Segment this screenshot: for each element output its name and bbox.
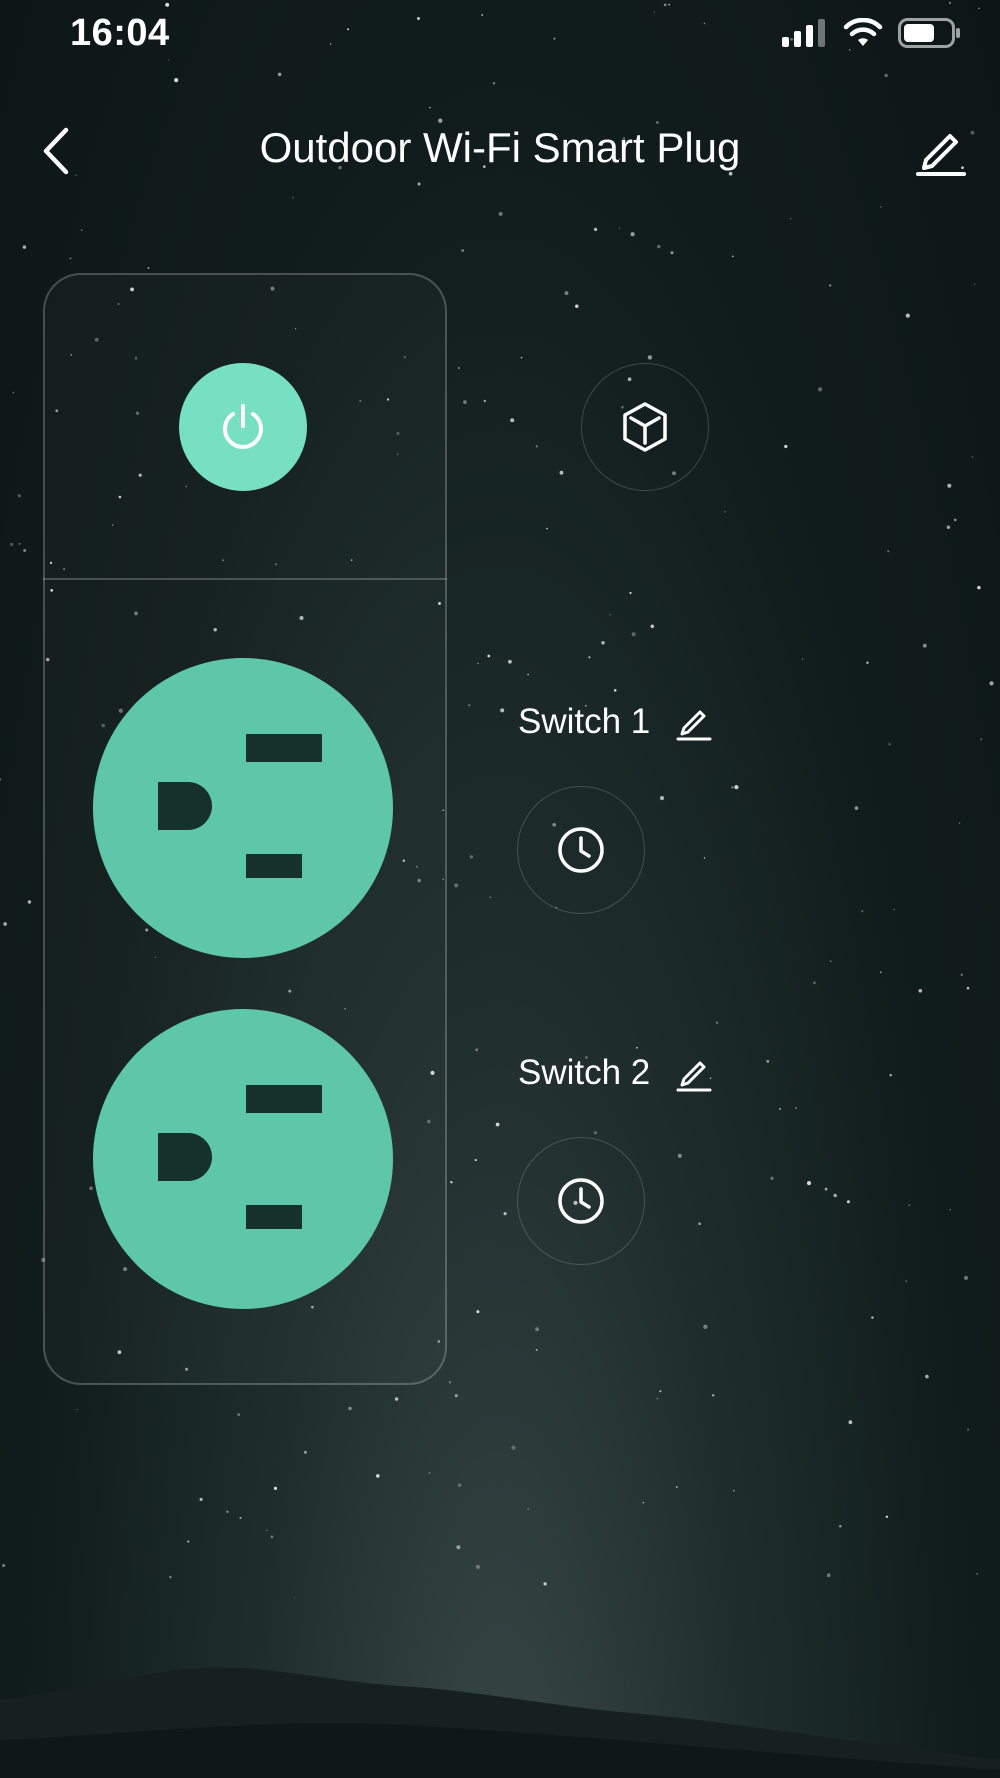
- pencil-icon: [916, 134, 966, 176]
- status-time: 16:04: [70, 12, 170, 54]
- page-title: Outdoor Wi-Fi Smart Plug: [259, 124, 741, 171]
- switch-2-timer-button[interactable]: [517, 1137, 645, 1265]
- power-button[interactable]: [179, 363, 307, 491]
- wifi-icon: [843, 18, 883, 46]
- power-icon: [223, 404, 263, 449]
- panel-divider: [43, 578, 447, 580]
- status-icons: [782, 18, 962, 48]
- pencil-icon: [676, 710, 712, 741]
- switch-2-label: Switch 2: [518, 1053, 651, 1092]
- switch-1-label: Switch 1: [518, 702, 651, 741]
- switch-2-edit-button[interactable]: [674, 1053, 714, 1093]
- switch-1-edit-button[interactable]: [674, 702, 714, 742]
- outlet-2[interactable]: [93, 1009, 393, 1309]
- battery-icon: [898, 18, 960, 48]
- switch-1-label-row: Switch 1: [518, 702, 714, 742]
- clock-icon: [558, 1178, 604, 1224]
- cellular-signal-icon: [782, 19, 825, 47]
- outlet-1[interactable]: [93, 658, 393, 958]
- switch-2-label-row: Switch 2: [518, 1053, 714, 1093]
- cube-icon: [623, 402, 667, 452]
- scene-button[interactable]: [581, 363, 709, 491]
- outlet-socket-icon: [158, 734, 322, 878]
- edit-device-button[interactable]: [912, 120, 972, 180]
- outlet-socket-icon: [158, 1085, 322, 1229]
- switch-1-timer-button[interactable]: [517, 786, 645, 914]
- pencil-icon: [676, 1061, 712, 1092]
- clock-icon: [558, 827, 604, 873]
